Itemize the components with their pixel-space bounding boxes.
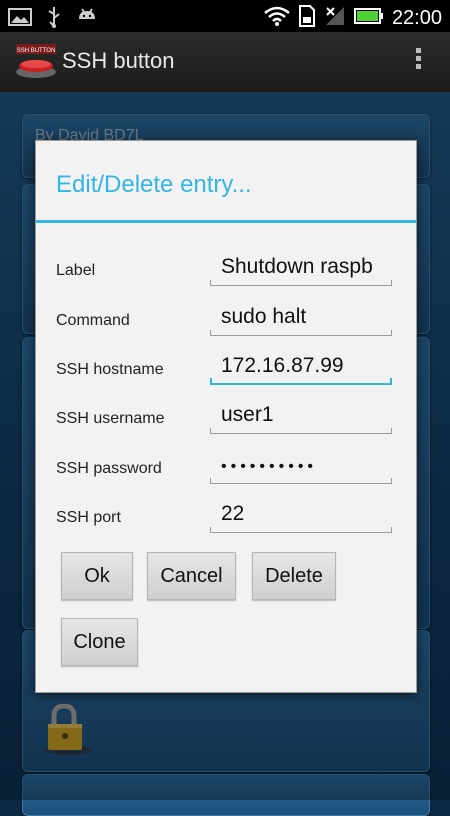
dialog-title: Edit/Delete entry... (56, 171, 252, 198)
label-label: Label (56, 262, 96, 279)
port-field[interactable]: 22 (210, 501, 392, 533)
username-field[interactable]: user1 (210, 402, 392, 434)
password-row: SSH password •••••••••• (36, 448, 416, 488)
password-field[interactable]: •••••••••• (210, 452, 392, 484)
edit-entry-dialog: Edit/Delete entry... Label Shutdown rasp… (35, 140, 417, 693)
overflow-menu-icon[interactable] (416, 48, 422, 72)
action-bar: SSH BUTTON SSH button (0, 32, 450, 93)
android-icon (76, 7, 98, 32)
cancel-button[interactable]: Cancel (147, 552, 236, 600)
command-label: Command (56, 312, 130, 329)
app-icon[interactable]: SSH BUTTON (14, 42, 58, 80)
signal-icon (324, 5, 346, 32)
svg-text:SSH BUTTON: SSH BUTTON (17, 48, 56, 54)
usb-icon (46, 6, 62, 33)
label-field[interactable]: Shutdown raspb (210, 254, 392, 286)
clone-button[interactable]: Clone (61, 618, 138, 666)
delete-button[interactable]: Delete (252, 552, 336, 600)
gallery-icon (8, 8, 32, 31)
status-bar: 22:00 (0, 0, 450, 32)
hostname-label: SSH hostname (56, 361, 164, 378)
app-title: SSH button (62, 48, 175, 73)
sd-card-icon (298, 5, 316, 32)
wifi-icon (264, 6, 290, 31)
clock: 22:00 (391, 7, 442, 29)
username-row: SSH username user1 (36, 398, 416, 438)
label-row: Label Shutdown raspb (36, 250, 416, 290)
hostname-field[interactable]: 172.16.87.99 (210, 353, 392, 385)
command-field[interactable]: sudo halt (210, 304, 392, 336)
battery-icon (353, 6, 384, 31)
password-label: SSH password (56, 460, 162, 477)
ok-button[interactable]: Ok (61, 552, 133, 600)
port-label: SSH port (56, 509, 121, 526)
hostname-row: SSH hostname 172.16.87.99 (36, 349, 416, 389)
title-divider (36, 220, 416, 223)
command-row: Command sudo halt (36, 300, 416, 340)
username-label: SSH username (56, 410, 165, 427)
port-row: SSH port 22 (36, 497, 416, 537)
